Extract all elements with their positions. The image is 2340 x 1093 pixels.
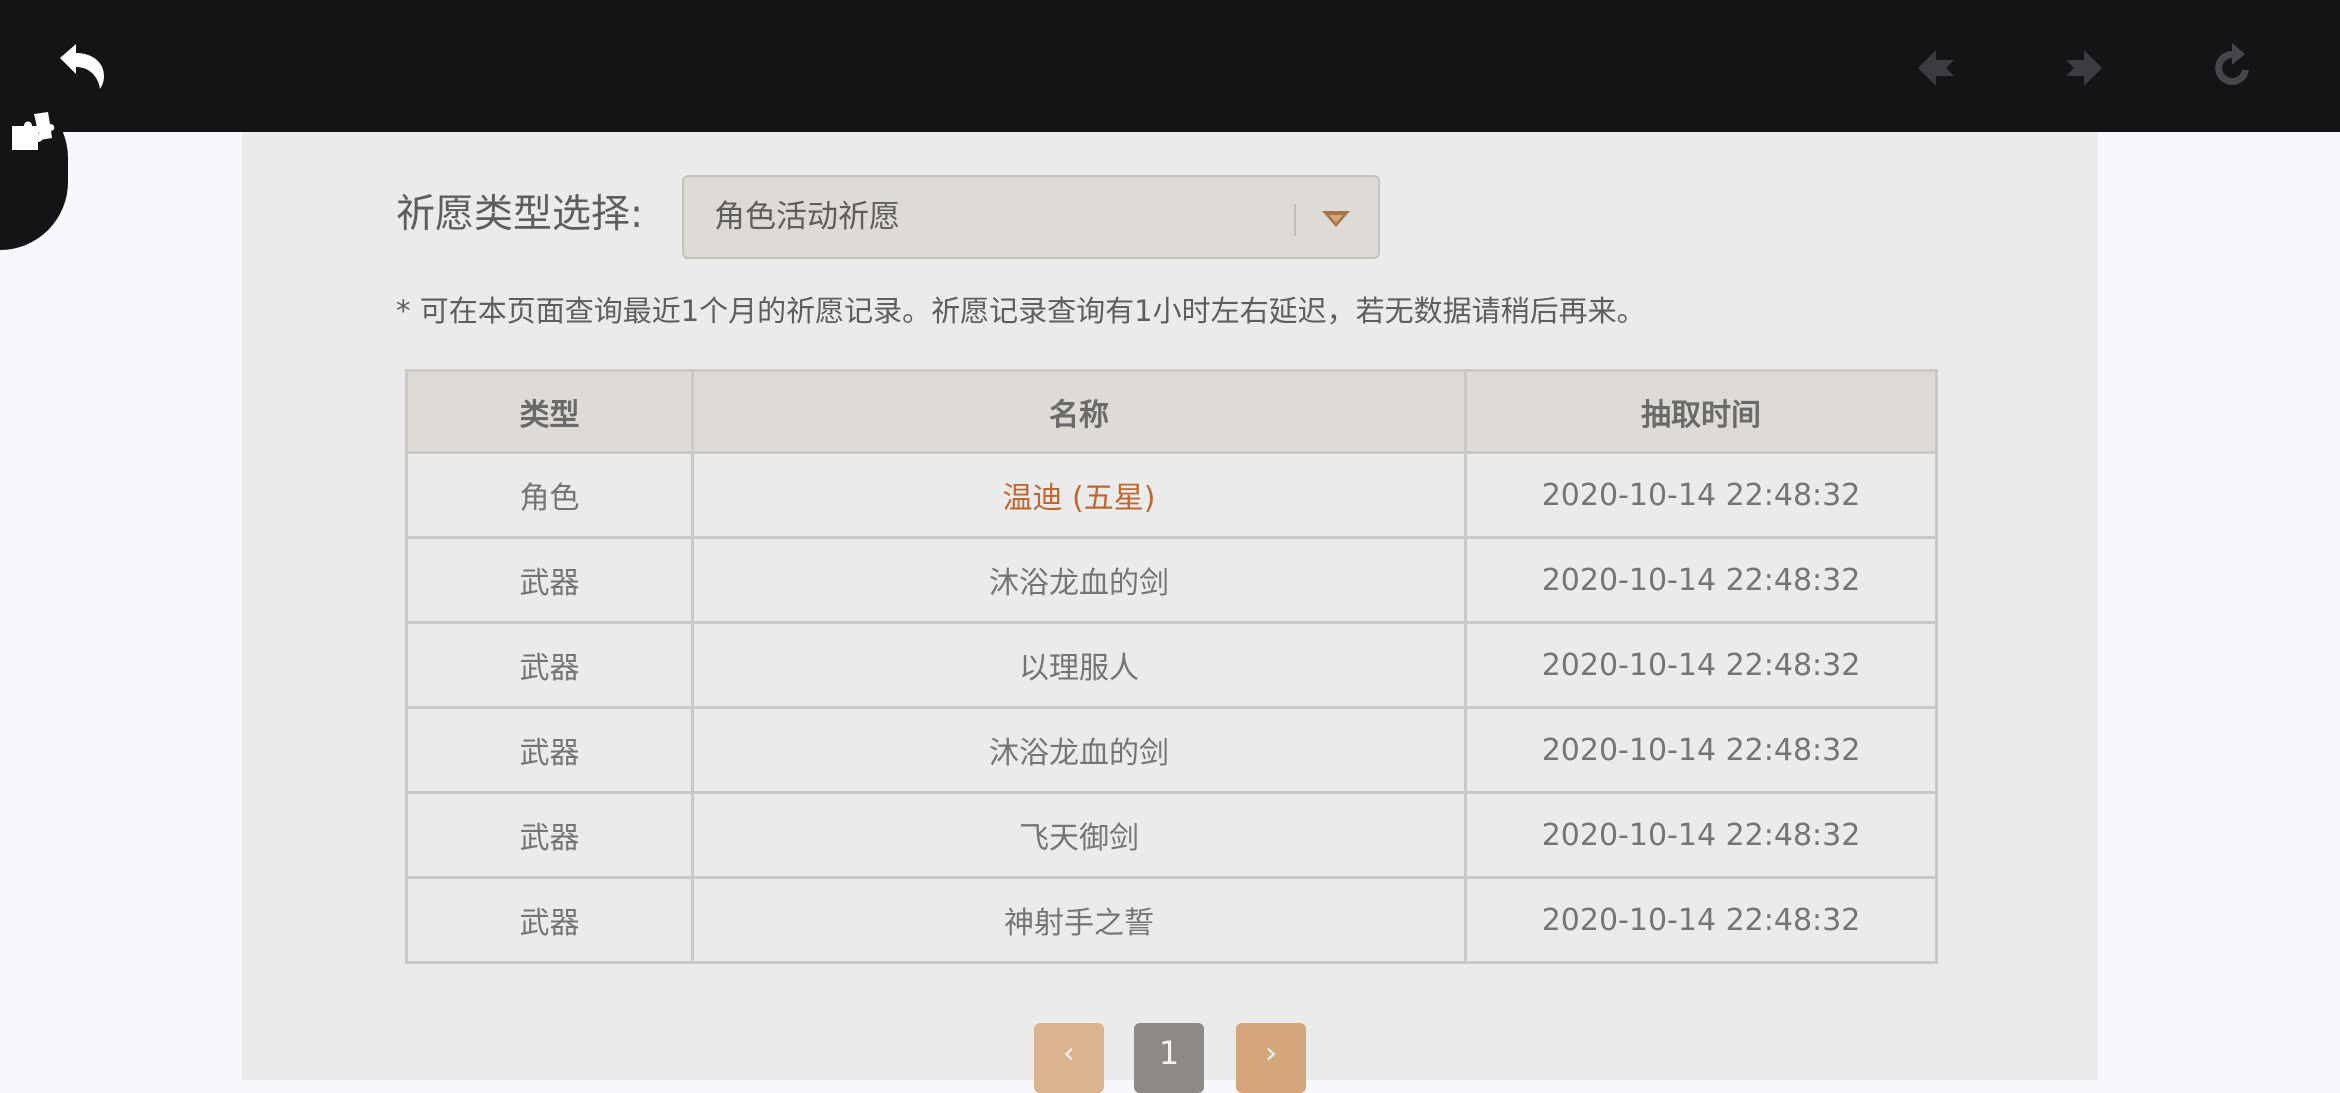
table-header-row: 类型 名称 抽取时间 bbox=[405, 369, 1938, 454]
filter-label: 祈愿类型选择: bbox=[396, 192, 644, 237]
select-value: 角色活动祈愿 bbox=[714, 199, 900, 235]
column-header-type: 类型 bbox=[405, 369, 694, 454]
pagination-prev-button[interactable]: ‹ bbox=[1034, 1023, 1104, 1093]
cell-time: 2020-10-14 22:48:32 bbox=[1464, 451, 1938, 539]
refresh-icon[interactable] bbox=[2202, 38, 2262, 98]
table-row: 武器 沐浴龙血的剑 2020-10-14 22:48:32 bbox=[405, 706, 1938, 794]
pagination-next-button[interactable]: › bbox=[1236, 1023, 1306, 1093]
cell-type: 武器 bbox=[405, 791, 694, 879]
cell-time: 2020-10-14 22:48:32 bbox=[1464, 791, 1938, 879]
cell-time: 2020-10-14 22:48:32 bbox=[1464, 536, 1938, 624]
top-toolbar bbox=[0, 0, 2340, 132]
cell-name: 沐浴龙血的剑 bbox=[691, 536, 1467, 624]
cell-type: 武器 bbox=[405, 876, 694, 964]
cell-name: 温迪 (五星) bbox=[691, 451, 1467, 539]
pagination-page-button[interactable]: 1 bbox=[1134, 1023, 1204, 1093]
wish-type-select[interactable]: 角色活动祈愿 bbox=[682, 175, 1380, 259]
nav-forward-icon[interactable] bbox=[2054, 40, 2114, 96]
column-header-time: 抽取时间 bbox=[1464, 369, 1938, 454]
table-row: 武器 以理服人 2020-10-14 22:48:32 bbox=[405, 621, 1938, 709]
cell-type: 武器 bbox=[405, 536, 694, 624]
puzzle-icon[interactable] bbox=[4, 108, 60, 164]
cell-time: 2020-10-14 22:48:32 bbox=[1464, 706, 1938, 794]
cell-type: 武器 bbox=[405, 621, 694, 709]
select-divider bbox=[1294, 204, 1296, 236]
notice-text: * 可在本页面查询最近1个月的祈愿记录。祈愿记录查询有1小时左右延迟，若无数据请… bbox=[396, 294, 1646, 328]
nav-back-icon[interactable] bbox=[1906, 40, 1966, 96]
undo-arrow-icon[interactable] bbox=[52, 38, 112, 94]
cell-name: 以理服人 bbox=[691, 621, 1467, 709]
column-header-name: 名称 bbox=[691, 369, 1467, 454]
chevron-down-icon[interactable] bbox=[1318, 203, 1354, 233]
cell-type: 角色 bbox=[405, 451, 694, 539]
cell-time: 2020-10-14 22:48:32 bbox=[1464, 621, 1938, 709]
cell-name: 沐浴龙血的剑 bbox=[691, 706, 1467, 794]
table-row: 角色 温迪 (五星) 2020-10-14 22:48:32 bbox=[405, 451, 1938, 539]
cell-name: 神射手之誓 bbox=[691, 876, 1467, 964]
cell-type: 武器 bbox=[405, 706, 694, 794]
table-row: 武器 神射手之誓 2020-10-14 22:48:32 bbox=[405, 876, 1938, 964]
wish-records-table: 类型 名称 抽取时间 角色 温迪 (五星) 2020-10-14 22:48:3… bbox=[405, 369, 1938, 964]
table-row: 武器 沐浴龙血的剑 2020-10-14 22:48:32 bbox=[405, 536, 1938, 624]
cell-name: 飞天御剑 bbox=[691, 791, 1467, 879]
table-row: 武器 飞天御剑 2020-10-14 22:48:32 bbox=[405, 791, 1938, 879]
cell-time: 2020-10-14 22:48:32 bbox=[1464, 876, 1938, 964]
